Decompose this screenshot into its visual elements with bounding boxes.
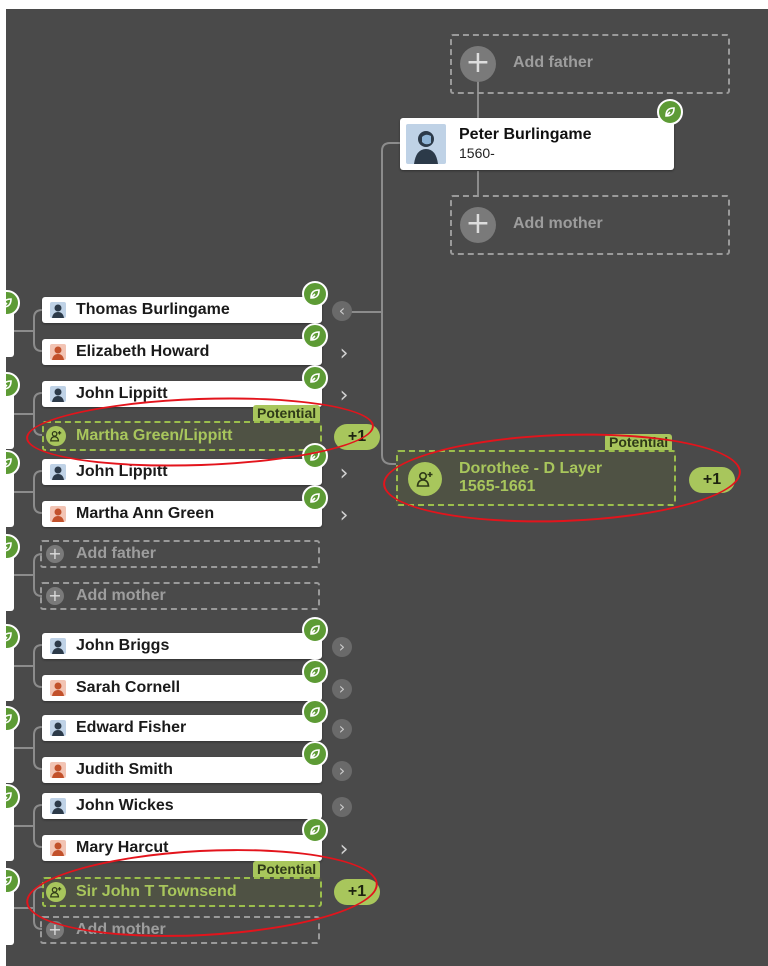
parent-card-mother[interactable]: Martha Ann Green (42, 501, 322, 527)
plus-icon: + (460, 207, 496, 243)
person-name: Sarah Cornell (76, 679, 181, 696)
potential-person-name: Martha Green/Lippitt (76, 427, 233, 444)
add-mother-label: Add mother (76, 921, 166, 938)
leaf-hint-icon[interactable] (302, 741, 328, 767)
leaf-hint-icon[interactable] (302, 699, 328, 725)
female-avatar-icon (50, 762, 66, 778)
chevron-right-icon[interactable]: › (332, 761, 352, 781)
person-name: Elizabeth Howard (76, 343, 210, 360)
chevron-right-icon[interactable]: › (332, 679, 352, 699)
chevron-right-icon[interactable]: › (332, 797, 352, 817)
chevron-right-icon[interactable]: › (334, 839, 354, 861)
person-name: Edward Fisher (76, 719, 187, 736)
male-avatar-icon (50, 638, 66, 654)
leaf-hint-icon[interactable] (302, 617, 328, 643)
parent-card-father[interactable]: John Lippitt (42, 381, 322, 407)
leaf-hint-icon[interactable] (302, 323, 328, 349)
parent-card-father[interactable]: Edward Fisher (42, 715, 322, 741)
plus-one-badge[interactable]: +1 (334, 424, 380, 450)
chevron-right-icon[interactable]: › (334, 463, 354, 485)
parent-card-mother[interactable]: Sarah Cornell (42, 675, 322, 701)
person-name: Martha Ann Green (76, 505, 215, 522)
parent-card-father[interactable]: John Lippitt (42, 459, 322, 485)
add-father-box[interactable]: + Add father (40, 540, 320, 568)
leaf-hint-icon[interactable] (302, 443, 328, 469)
add-person-icon (408, 462, 442, 496)
chevron-left-icon[interactable]: ‹ (332, 301, 352, 321)
chevron-right-icon[interactable]: › (332, 637, 352, 657)
potential-spouse-name: Dorothee - D Layer (459, 460, 603, 477)
potential-tag: Potential (605, 434, 673, 450)
leaf-hint-icon[interactable] (302, 485, 328, 511)
male-avatar-icon (50, 302, 66, 318)
pedigree-canvas[interactable]: + Add father + Add mother Peter Burlinga… (6, 9, 768, 966)
leaf-hint-icon[interactable] (302, 659, 328, 685)
person-name: John Lippitt (76, 385, 168, 402)
add-person-icon (46, 882, 66, 902)
plus-icon: + (46, 545, 64, 563)
leaf-hint-icon[interactable] (6, 372, 20, 398)
add-mother-label: Add mother (513, 215, 603, 232)
parent-card-mother[interactable]: Mary Harcut (42, 835, 322, 861)
potential-spouse-box[interactable]: Dorothee - D Layer 1565-1661 (396, 450, 676, 506)
person-name: Judith Smith (76, 761, 173, 778)
parent-card-mother[interactable]: Elizabeth Howard (42, 339, 322, 365)
leaf-hint-icon[interactable] (6, 290, 20, 316)
leaf-hint-icon[interactable] (657, 99, 683, 125)
person-name: John Wickes (76, 797, 174, 814)
male-avatar-icon (50, 464, 66, 480)
potential-spouse-dates: 1565-1661 (459, 478, 536, 495)
male-avatar-icon (50, 386, 66, 402)
leaf-hint-icon[interactable] (6, 624, 20, 650)
leaf-hint-icon[interactable] (302, 817, 328, 843)
chevron-right-icon[interactable]: › (334, 343, 354, 365)
add-person-icon (46, 426, 66, 446)
potential-mother-box[interactable]: Martha Green/Lippitt (42, 421, 322, 451)
plus-icon: + (46, 921, 64, 939)
parent-card-mother[interactable]: Judith Smith (42, 757, 322, 783)
potential-tag: Potential (253, 861, 321, 877)
female-avatar-icon (50, 840, 66, 856)
parent-card-father[interactable]: John Briggs (42, 633, 322, 659)
female-avatar-icon (50, 680, 66, 696)
leaf-hint-icon[interactable] (6, 868, 20, 894)
person-name: Mary Harcut (76, 839, 169, 856)
add-mother-box[interactable]: + Add mother (450, 195, 730, 255)
male-avatar-icon (406, 124, 446, 164)
leaf-hint-icon[interactable] (6, 706, 20, 732)
plus-one-badge[interactable]: +1 (334, 879, 380, 905)
potential-person-name: Sir John T Townsend (76, 883, 237, 900)
female-avatar-icon (50, 506, 66, 522)
parent-card-father[interactable]: Thomas Burlingame (42, 297, 322, 323)
add-mother-box[interactable]: + Add mother (40, 916, 320, 944)
leaf-hint-icon[interactable] (6, 784, 20, 810)
focus-person-dates: 1560- (459, 145, 495, 161)
add-father-label: Add father (76, 545, 156, 562)
add-father-box[interactable]: + Add father (450, 34, 730, 94)
leaf-hint-icon[interactable] (302, 281, 328, 307)
person-name: John Briggs (76, 637, 170, 654)
potential-tag: Potential (253, 405, 321, 421)
chevron-right-icon[interactable]: › (334, 505, 354, 527)
chevron-right-icon[interactable]: › (334, 385, 354, 407)
person-name: Thomas Burlingame (76, 301, 230, 318)
person-name: John Lippitt (76, 463, 168, 480)
leaf-hint-icon[interactable] (6, 534, 20, 560)
leaf-hint-icon[interactable] (6, 450, 20, 476)
female-avatar-icon (50, 344, 66, 360)
leaf-hint-icon[interactable] (302, 365, 328, 391)
parent-card-father[interactable]: John Wickes (42, 793, 322, 819)
add-mother-label: Add mother (76, 587, 166, 604)
chevron-right-icon[interactable]: › (332, 719, 352, 739)
plus-one-badge[interactable]: +1 (689, 467, 735, 493)
plus-icon: + (460, 46, 496, 82)
focus-person-name: Peter Burlingame (459, 126, 592, 143)
male-avatar-icon (50, 720, 66, 736)
add-mother-box[interactable]: + Add mother (40, 582, 320, 610)
male-avatar-icon (50, 798, 66, 814)
plus-icon: + (46, 587, 64, 605)
potential-father-box[interactable]: Sir John T Townsend (42, 877, 322, 907)
add-father-label: Add father (513, 54, 593, 71)
focus-person-card[interactable]: Peter Burlingame 1560- (400, 118, 674, 170)
